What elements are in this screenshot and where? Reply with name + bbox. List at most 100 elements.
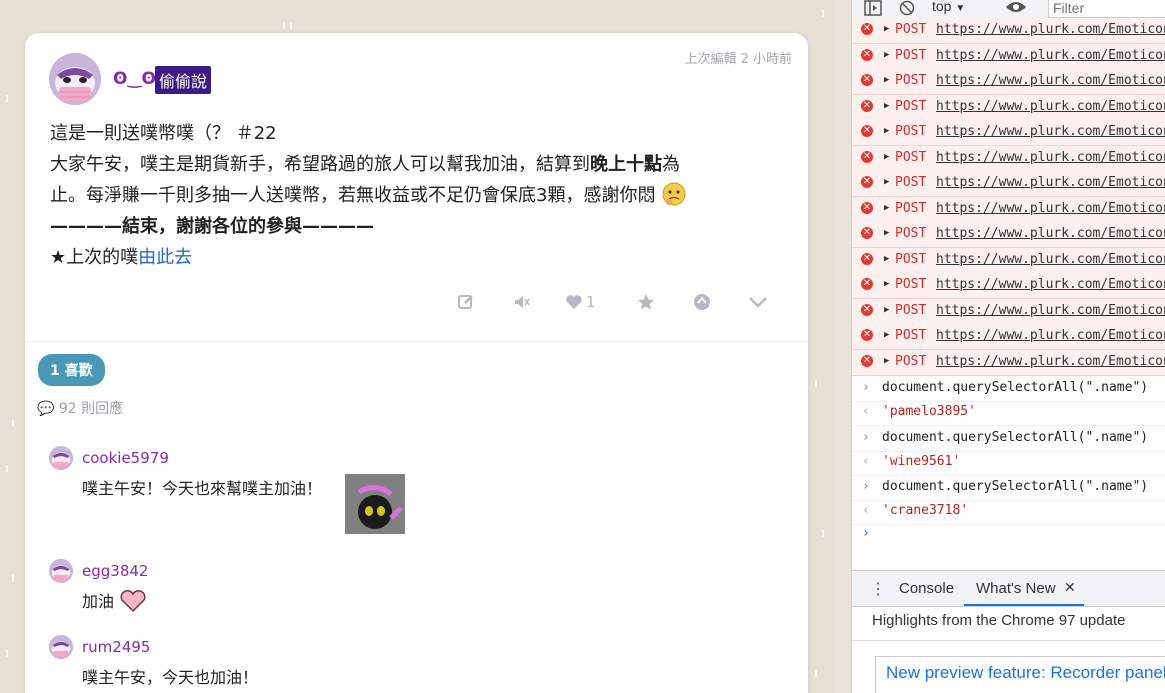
avatar[interactable] [49, 635, 73, 659]
request-method: POST [895, 175, 927, 190]
request-url-link[interactable]: https://www.plurk.com/Emoticons [936, 277, 1165, 292]
network-error-row[interactable]: ✕ ▶ POST https://www.plurk.com/Emoticons [852, 120, 1165, 146]
network-error-row[interactable]: ✕ ▶ POST https://www.plurk.com/Emoticons [852, 18, 1165, 44]
comment-icon: 💬 [37, 401, 55, 417]
poster-nickname[interactable]: ʘ‿ʘ [113, 69, 156, 89]
network-error-row[interactable]: ✕ ▶ POST https://www.plurk.com/Emoticons [852, 95, 1165, 121]
request-url-link[interactable]: https://www.plurk.com/Emoticons [936, 150, 1165, 165]
expand-triangle-icon[interactable]: ▶ [884, 75, 889, 85]
request-url-link[interactable]: https://www.plurk.com/Emoticons [936, 303, 1165, 318]
request-url-link[interactable]: https://www.plurk.com/Emoticons [936, 48, 1165, 63]
expand-triangle-icon[interactable]: ▶ [884, 24, 889, 34]
network-error-row[interactable]: ✕ ▶ POST https://www.plurk.com/Emoticons [852, 299, 1165, 325]
reply-author[interactable]: cookie5979 [82, 449, 169, 467]
edit-icon[interactable] [455, 291, 477, 313]
context-label: top [932, 0, 952, 14]
error-icon: ✕ [861, 278, 873, 290]
reply-author[interactable]: rum2495 [82, 638, 150, 656]
expand-triangle-icon[interactable]: ▶ [884, 228, 889, 238]
network-error-row[interactable]: ✕ ▶ POST https://www.plurk.com/Emoticons [852, 197, 1165, 223]
error-icon: ✕ [861, 253, 873, 265]
request-url-link[interactable]: https://www.plurk.com/Emoticons [936, 328, 1165, 343]
expand-triangle-icon[interactable]: ▶ [884, 50, 889, 60]
expand-triangle-icon[interactable]: ▶ [884, 330, 889, 340]
drawer-tabs: ⋮ Console What's New ✕ [852, 570, 1165, 607]
network-error-row[interactable]: ✕ ▶ POST https://www.plurk.com/Emoticons [852, 44, 1165, 70]
post-content: 這是一則送噗幣噗（？ ＃22 大家午安，噗主是期貨新手，希望路過的旅人可以幫我加… [50, 118, 770, 273]
likes-pill[interactable]: 1 喜歡 [38, 354, 105, 386]
tab-whats-new[interactable]: What's New ✕ [964, 571, 1084, 606]
request-url-link[interactable]: https://www.plurk.com/Emoticons [936, 73, 1165, 88]
network-error-row[interactable]: ✕ ▶ POST https://www.plurk.com/Emoticons [852, 248, 1165, 274]
error-icon: ✕ [861, 49, 873, 61]
request-url-link[interactable]: https://www.plurk.com/Emoticons [936, 354, 1165, 369]
anonymous-badge: 偷偷說 [155, 66, 212, 94]
avatar[interactable] [49, 559, 73, 583]
network-error-row[interactable]: ✕ ▶ POST https://www.plurk.com/Emoticons [852, 171, 1165, 197]
expand-triangle-icon[interactable]: ▶ [884, 126, 889, 136]
console-command: document.querySelectorAll(".name") [882, 430, 1149, 445]
request-method: POST [895, 303, 927, 318]
request-url-link[interactable]: https://www.plurk.com/Emoticons [936, 252, 1165, 267]
request-url-link[interactable]: https://www.plurk.com/Emoticons [936, 124, 1165, 139]
network-error-row[interactable]: ✕ ▶ POST https://www.plurk.com/Emoticons [852, 222, 1165, 248]
divider [852, 640, 1165, 641]
request-url-link[interactable]: https://www.plurk.com/Emoticons [936, 99, 1165, 114]
request-url-link[interactable]: https://www.plurk.com/Emoticons [936, 226, 1165, 241]
expand-triangle-icon[interactable]: ▶ [884, 279, 889, 289]
post-line: 大家午安，噗主是期貨新手，希望路過的旅人可以幫我加油，結算到晚上十點為 [50, 149, 770, 180]
network-error-row[interactable]: ✕ ▶ POST https://www.plurk.com/Emoticons [852, 273, 1165, 299]
reply-text: 噗主午安！今天也來幫噗主加油！ [82, 479, 323, 498]
error-icon: ✕ [861, 329, 873, 341]
expand-triangle-icon[interactable]: ▶ [884, 254, 889, 264]
previous-plurk-link[interactable]: 由此去 [138, 247, 192, 268]
chevron-down-icon[interactable] [747, 291, 769, 313]
network-error-row[interactable]: ✕ ▶ POST https://www.plurk.com/Emoticons [852, 69, 1165, 95]
error-icon: ✕ [861, 23, 873, 35]
reply-author[interactable]: egg3842 [82, 562, 148, 580]
expand-triangle-icon[interactable]: ▶ [884, 101, 889, 111]
kebab-menu-icon[interactable]: ⋮ [870, 579, 886, 599]
network-error-row[interactable]: ✕ ▶ POST https://www.plurk.com/Emoticons [852, 146, 1165, 172]
mute-icon[interactable] [511, 291, 533, 313]
decor-dash [815, 670, 817, 677]
request-method: POST [895, 124, 927, 139]
expand-triangle-icon[interactable]: ▶ [884, 305, 889, 315]
feature-link[interactable]: New preview feature: Recorder panel [886, 663, 1165, 683]
console-command-row[interactable]: › document.querySelectorAll(".name") [852, 476, 1165, 501]
decor-dash [283, 22, 285, 29]
expand-triangle-icon[interactable]: ▶ [884, 177, 889, 187]
request-method: POST [895, 252, 927, 267]
reply-text-content: 加油 [82, 592, 115, 611]
input-chevron-icon: › [862, 479, 870, 494]
replurk-icon[interactable] [691, 291, 713, 313]
console-command-row[interactable]: › document.querySelectorAll(".name") [852, 377, 1165, 402]
tab-console[interactable]: Console [899, 580, 954, 597]
expand-triangle-icon[interactable]: ▶ [884, 356, 889, 366]
console-filter-input[interactable] [1048, 0, 1165, 18]
close-icon[interactable]: ✕ [1064, 579, 1076, 595]
live-expression-eye-icon[interactable] [1005, 0, 1027, 19]
error-icon: ✕ [861, 176, 873, 188]
favorite-star-icon[interactable] [635, 291, 657, 313]
expand-triangle-icon[interactable]: ▶ [884, 203, 889, 213]
avatar[interactable] [49, 446, 73, 470]
poster-avatar[interactable] [49, 53, 101, 105]
expand-triangle-icon[interactable]: ▶ [884, 152, 889, 162]
network-error-row[interactable]: ✕ ▶ POST https://www.plurk.com/Emoticons [852, 350, 1165, 376]
request-method: POST [895, 48, 927, 63]
request-url-link[interactable]: https://www.plurk.com/Emoticons [936, 175, 1165, 190]
post-actions: 1 [455, 291, 775, 315]
error-icon: ✕ [861, 304, 873, 316]
error-icon: ✕ [861, 151, 873, 163]
like-button[interactable]: 1 [565, 291, 605, 313]
context-selector[interactable]: top ▼ [932, 0, 965, 14]
request-url-link[interactable]: https://www.plurk.com/Emoticons [936, 201, 1165, 216]
post-bold-text: 晚上十點 [590, 154, 662, 175]
like-count: 1 [586, 293, 596, 311]
console-command-row[interactable]: › document.querySelectorAll(".name") [852, 427, 1165, 452]
request-url-link[interactable]: https://www.plurk.com/Emoticons [936, 22, 1165, 37]
network-error-row[interactable]: ✕ ▶ POST https://www.plurk.com/Emoticons [852, 324, 1165, 350]
feature-card[interactable]: New preview feature: Recorder panel [875, 656, 1165, 693]
request-method: POST [895, 150, 927, 165]
